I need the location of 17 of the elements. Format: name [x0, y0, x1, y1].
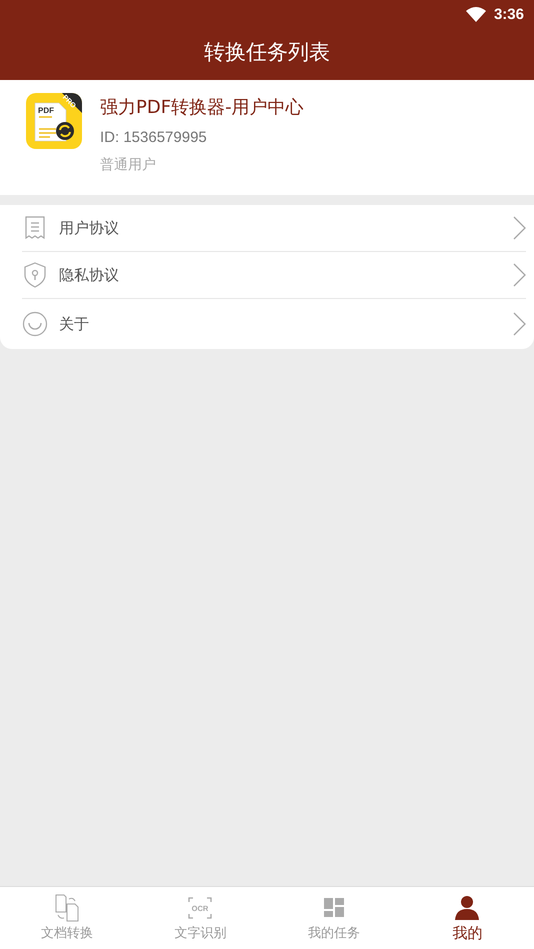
shield-icon: [22, 261, 48, 289]
user-center-title: 强力PDF转换器-用户中心: [100, 96, 304, 119]
person-icon: [454, 894, 480, 922]
menu-item[interactable]: 隐私协议: [59, 266, 501, 284]
smile-icon: [22, 310, 48, 338]
wifi-icon: [466, 6, 486, 22]
documents-icon: [54, 894, 80, 922]
nav-tab[interactable]: 我的: [400, 887, 534, 949]
chevron-right-icon: [512, 216, 526, 240]
chevron-right-icon: [512, 312, 526, 336]
menu-item[interactable]: 用户协议: [59, 218, 501, 238]
user-level: 普通用户: [100, 156, 157, 174]
user-id: ID: 1536579995: [100, 129, 208, 146]
clock: 3:36: [494, 6, 524, 22]
menu-item[interactable]: 关于: [59, 314, 501, 334]
chevron-right-icon: [512, 263, 526, 287]
page-title: 转换任务列表: [204, 39, 330, 66]
